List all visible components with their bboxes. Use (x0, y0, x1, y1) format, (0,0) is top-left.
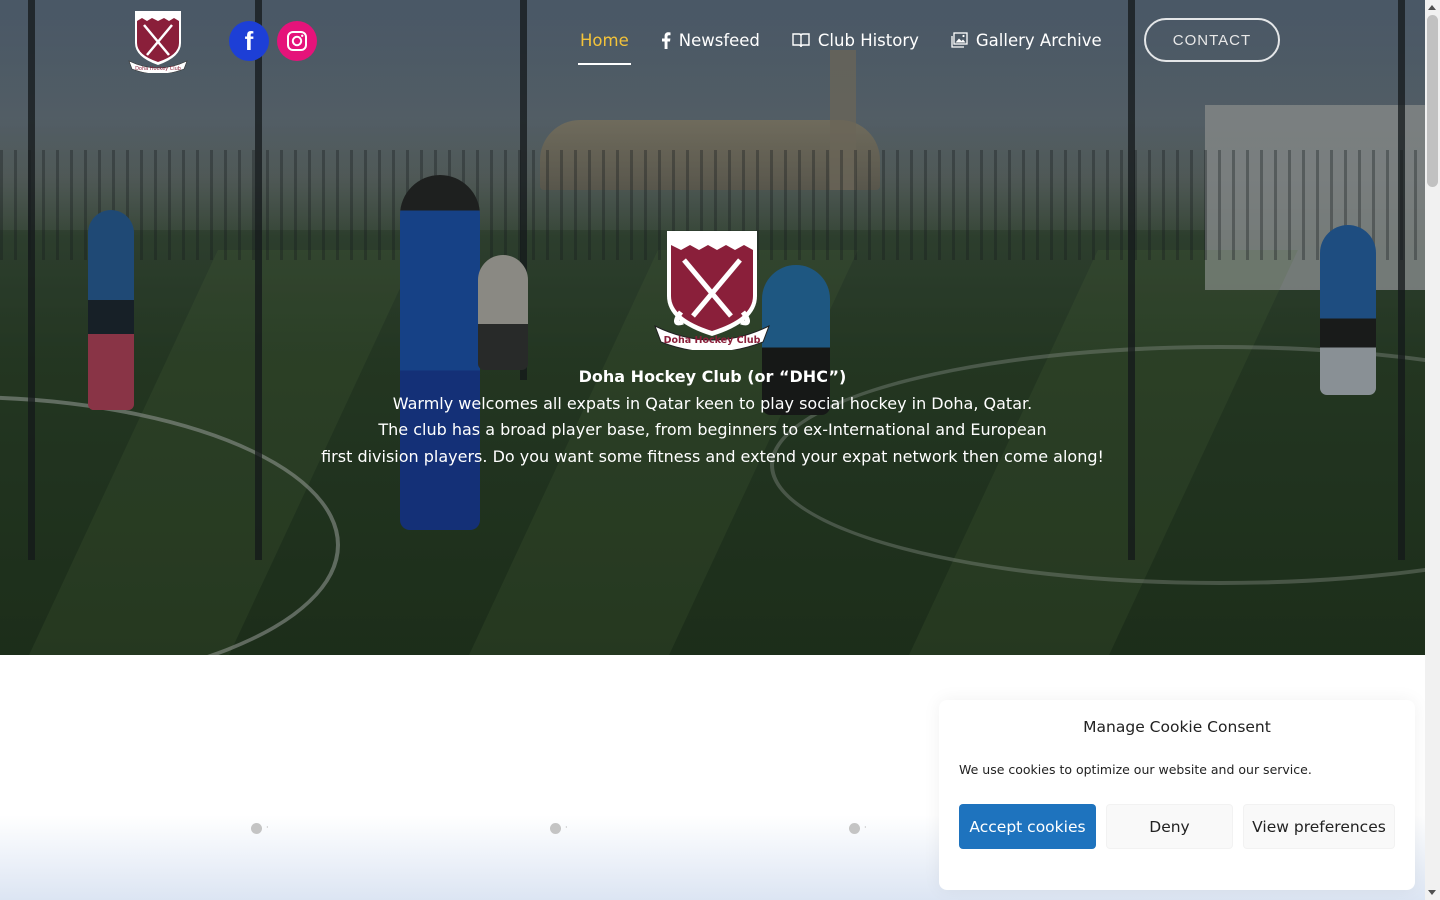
hero-text-line: Warmly welcomes all expats in Qatar keen… (392, 393, 1033, 413)
svg-text:Doha Hockey Club: Doha Hockey Club (135, 66, 181, 72)
cookie-consent-banner: Manage Cookie Consent We use cookies to … (939, 700, 1415, 890)
nav-item-label: Newsfeed (678, 30, 760, 50)
gallery-icon (951, 32, 968, 48)
hero-crest-logo: Doha Hockey Club (654, 231, 770, 350)
instagram-social-link[interactable] (277, 21, 317, 61)
nav-item-club-history[interactable]: Club History (792, 24, 919, 56)
facebook-social-link[interactable]: f (229, 21, 269, 61)
scroll-down-arrow-icon[interactable] (1428, 890, 1436, 895)
slider-dot-label: · (565, 823, 568, 832)
nav-item-label: Gallery Archive (975, 30, 1102, 50)
slider-dot[interactable]: · (251, 823, 269, 834)
slider-dot-label: · (266, 823, 269, 832)
slider-dot[interactable]: · (849, 823, 867, 834)
hero-text-line: first division players. Do you want some… (321, 446, 1104, 466)
instagram-icon (287, 31, 307, 51)
slider-dot-label: · (864, 823, 867, 832)
page-scrollbar[interactable] (1425, 0, 1440, 900)
nav-item-newsfeed[interactable]: Newsfeed (661, 24, 760, 56)
contact-button[interactable]: CONTACT (1144, 18, 1280, 62)
hero-text-line: The club has a broad player base, from b… (378, 420, 1047, 439)
site-logo[interactable]: Doha Hockey Club (127, 9, 189, 73)
deny-cookies-button[interactable]: Deny (1106, 804, 1233, 849)
facebook-icon: f (244, 25, 254, 56)
slider-dot[interactable]: · (550, 823, 568, 834)
scrollbar-thumb[interactable] (1427, 15, 1438, 187)
hero-intro: Doha Hockey Club (or “DHC”) Warmly welco… (0, 364, 1425, 470)
scroll-up-arrow-icon[interactable] (1428, 5, 1436, 10)
facebook-icon (661, 31, 671, 49)
main-navigation: Home Newsfeed Club History Gallery Archi… (578, 24, 1134, 66)
book-icon (792, 32, 810, 48)
nav-item-label: Home (580, 30, 629, 50)
nav-item-home[interactable]: Home (578, 24, 631, 65)
cookie-title: Manage Cookie Consent (1083, 718, 1271, 736)
accept-cookies-button[interactable]: Accept cookies (959, 804, 1096, 849)
svg-text:Doha Hockey Club: Doha Hockey Club (664, 335, 761, 346)
cookie-message: We use cookies to optimize our website a… (959, 762, 1312, 777)
hero-title: Doha Hockey Club (or “DHC”) (578, 367, 847, 386)
view-preferences-button[interactable]: View preferences (1243, 804, 1395, 849)
nav-item-label: Club History (817, 30, 919, 50)
nav-item-gallery-archive[interactable]: Gallery Archive (951, 24, 1102, 56)
